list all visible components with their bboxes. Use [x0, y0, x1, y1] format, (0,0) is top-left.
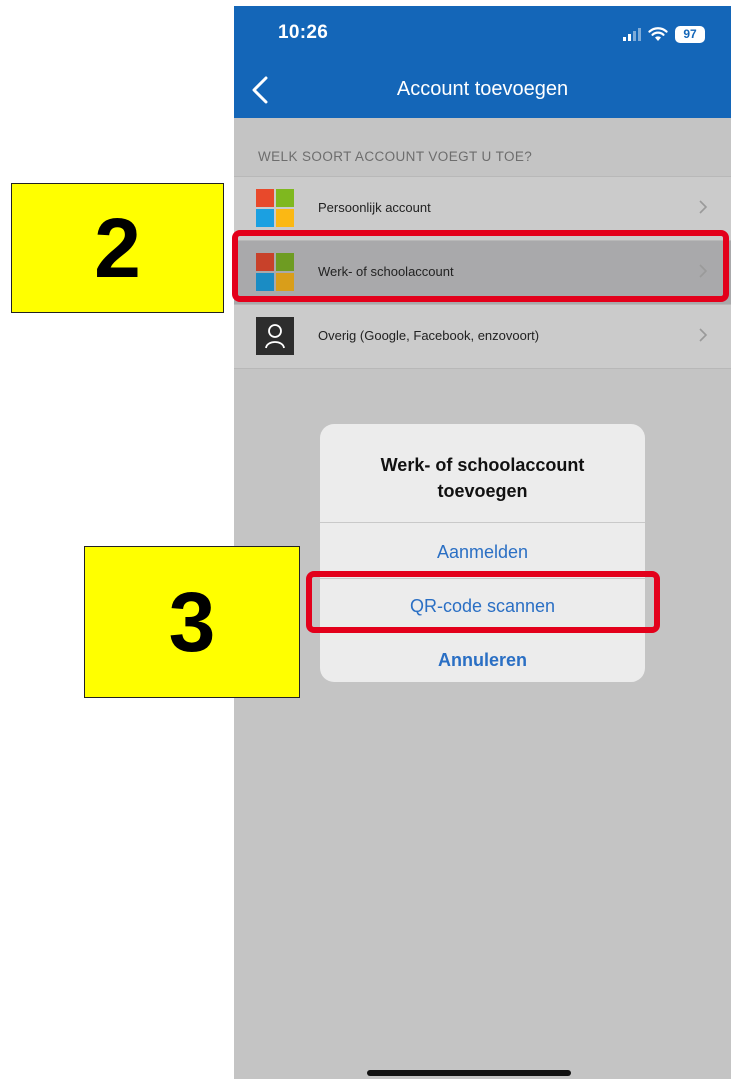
add-work-account-dialog: Werk- of schoolaccount toevoegen Aanmeld… [320, 424, 645, 682]
step-2-label: 2 [11, 183, 224, 313]
phone-screen: 10:26 97 Account toevoegen WELK SOORT AC… [234, 6, 731, 1079]
dialog-divider [320, 522, 645, 523]
login-button[interactable]: Aanmelden [320, 542, 645, 563]
signal-icon [623, 28, 641, 41]
account-option-label: Overig (Google, Facebook, enzovoort) [318, 328, 540, 343]
cancel-button[interactable]: Annuleren [320, 650, 645, 671]
highlight-qr-code-button [306, 571, 660, 633]
home-indicator [367, 1070, 571, 1076]
section-header: WELK SOORT ACCOUNT VOEGT U TOE? [258, 149, 533, 164]
chevron-right-icon [699, 328, 708, 342]
account-option-label: Persoonlijk account [318, 200, 431, 215]
page-title: Account toevoegen [396, 78, 569, 100]
highlight-work-school-option [232, 230, 729, 302]
dialog-title-line2: toevoegen [437, 481, 528, 501]
person-icon [256, 317, 294, 355]
microsoft-logo-icon [256, 189, 294, 227]
status-icons: 97 [623, 24, 705, 44]
app-header: 10:26 97 Account toevoegen [234, 6, 731, 118]
dialog-title-line1: Werk- of schoolaccount [380, 455, 585, 475]
battery-indicator: 97 [675, 25, 705, 43]
wifi-icon [648, 26, 668, 41]
chevron-right-icon [699, 200, 708, 214]
dialog-title: Werk- of schoolaccount toevoegen [320, 452, 645, 504]
status-time: 10:26 [278, 22, 329, 43]
step-3-label: 3 [84, 546, 300, 698]
account-option-other[interactable]: Overig (Google, Facebook, enzovoort) [234, 304, 731, 369]
